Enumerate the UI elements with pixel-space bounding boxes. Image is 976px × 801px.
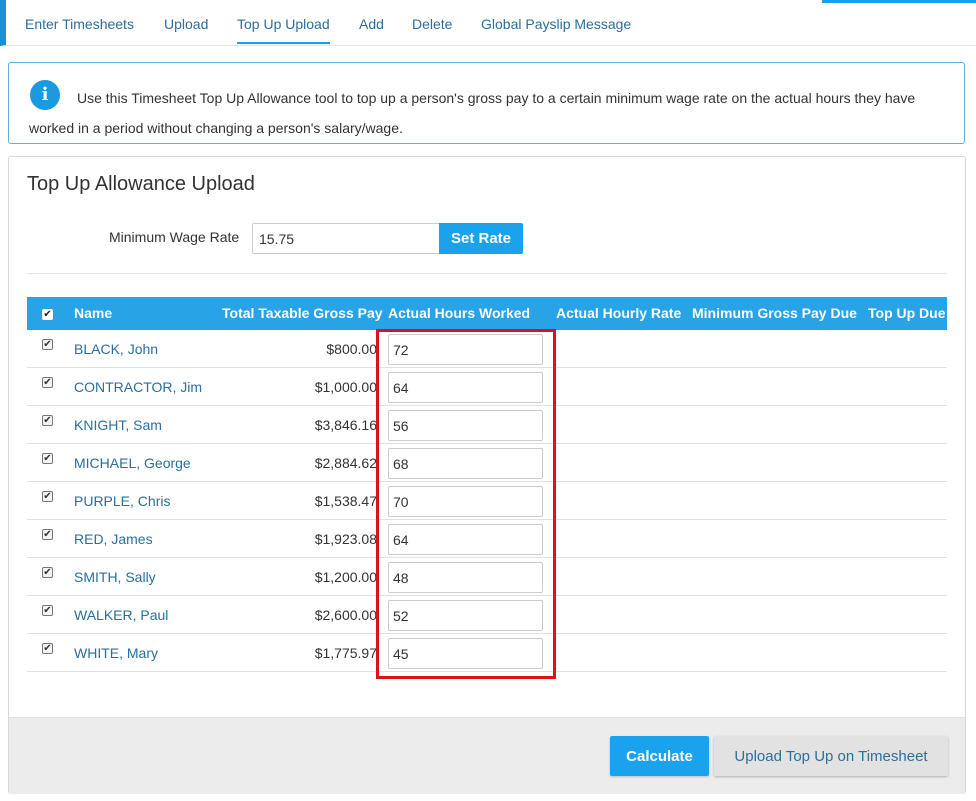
nav-accent-line (822, 0, 976, 3)
row-checkbox[interactable]: ✔ (42, 567, 53, 578)
tab-enter-timesheets[interactable]: Enter Timesheets (25, 16, 134, 32)
header-name[interactable]: Name (74, 305, 112, 321)
header-hours[interactable]: Actual Hours Worked (388, 305, 530, 321)
employee-name-link[interactable]: CONTRACTOR, Jim (74, 379, 202, 395)
table-row: ✔ WHITE, Mary $1,775.97 (27, 634, 947, 672)
gross-pay-cell: $2,884.62 (314, 455, 377, 471)
table-header: ✔ Name Total Taxable Gross Pay Actual Ho… (27, 297, 947, 330)
tab-top-up-upload[interactable]: Top Up Upload (237, 16, 330, 44)
select-all-checkbox[interactable]: ✔ (42, 309, 53, 320)
min-wage-input[interactable] (252, 223, 440, 254)
table-row: ✔ CONTRACTOR, Jim $1,000.00 (27, 368, 947, 406)
hours-input[interactable] (388, 448, 543, 479)
hours-input[interactable] (388, 334, 543, 365)
header-rate[interactable]: Actual Hourly Rate (556, 305, 681, 321)
info-text: Use this Timesheet Top Up Allowance tool… (29, 90, 916, 136)
row-checkbox[interactable]: ✔ (42, 643, 53, 654)
gross-pay-cell: $1,775.97 (314, 645, 377, 661)
upload-top-up-button[interactable]: Upload Top Up on Timesheet (714, 736, 948, 776)
table-row: ✔ RED, James $1,923.08 (27, 520, 947, 558)
tab-add[interactable]: Add (359, 16, 384, 32)
row-checkbox[interactable]: ✔ (42, 453, 53, 464)
row-checkbox[interactable]: ✔ (42, 339, 53, 350)
info-icon: i (30, 80, 60, 110)
row-checkbox[interactable]: ✔ (42, 377, 53, 388)
hours-input[interactable] (388, 638, 543, 669)
info-box: Use this Timesheet Top Up Allowance tool… (8, 62, 965, 144)
employee-name-link[interactable]: RED, James (74, 531, 153, 547)
tab-delete[interactable]: Delete (412, 16, 452, 32)
table-row: ✔ KNIGHT, Sam $3,846.16 (27, 406, 947, 444)
row-checkbox[interactable]: ✔ (42, 529, 53, 540)
table-row: ✔ MICHAEL, George $2,884.62 (27, 444, 947, 482)
table-row: ✔ SMITH, Sally $1,200.00 (27, 558, 947, 596)
employee-name-link[interactable]: BLACK, John (74, 341, 158, 357)
gross-pay-cell: $1,538.47 (314, 493, 377, 509)
hours-input[interactable] (388, 562, 543, 593)
employee-name-link[interactable]: PURPLE, Chris (74, 493, 170, 509)
row-checkbox[interactable]: ✔ (42, 415, 53, 426)
hours-input[interactable] (388, 600, 543, 631)
hours-input[interactable] (388, 486, 543, 517)
panel-title: Top Up Allowance Upload (27, 173, 255, 195)
min-wage-label: Minimum Wage Rate (109, 229, 240, 245)
gross-pay-cell: $1,200.00 (314, 569, 377, 585)
gross-pay-cell: $3,846.16 (314, 417, 377, 433)
employee-name-link[interactable]: WALKER, Paul (74, 607, 168, 623)
employee-name-link[interactable]: KNIGHT, Sam (74, 417, 162, 433)
hours-input[interactable] (388, 524, 543, 555)
table-row: ✔ BLACK, John $800.00 (27, 330, 947, 368)
table-row: ✔ PURPLE, Chris $1,538.47 (27, 482, 947, 520)
row-checkbox[interactable]: ✔ (42, 491, 53, 502)
header-min-due[interactable]: Minimum Gross Pay Due (692, 305, 857, 321)
calculate-button[interactable]: Calculate (610, 736, 709, 776)
top-up-panel: Top Up Allowance Upload Minimum Wage Rat… (8, 156, 966, 794)
header-top-up[interactable]: Top Up Due (868, 305, 946, 321)
top-nav: Enter Timesheets Upload Top Up Upload Ad… (0, 0, 976, 46)
panel-footer: Calculate Upload Top Up on Timesheet (9, 717, 965, 794)
gross-pay-cell: $1,000.00 (314, 379, 377, 395)
employee-name-link[interactable]: SMITH, Sally (74, 569, 156, 585)
table-row: ✔ WALKER, Paul $2,600.00 (27, 596, 947, 634)
gross-pay-cell: $1,923.08 (314, 531, 377, 547)
tab-upload[interactable]: Upload (164, 16, 208, 32)
employee-name-link[interactable]: MICHAEL, George (74, 455, 191, 471)
tab-global-payslip-message[interactable]: Global Payslip Message (481, 16, 631, 32)
divider (27, 273, 947, 274)
hours-input[interactable] (388, 372, 543, 403)
set-rate-button[interactable]: Set Rate (439, 223, 523, 254)
hours-input[interactable] (388, 410, 543, 441)
employee-name-link[interactable]: WHITE, Mary (74, 645, 158, 661)
header-gross[interactable]: Total Taxable Gross Pay (222, 305, 383, 321)
row-checkbox[interactable]: ✔ (42, 605, 53, 616)
gross-pay-cell: $800.00 (326, 341, 377, 357)
gross-pay-cell: $2,600.00 (314, 607, 377, 623)
